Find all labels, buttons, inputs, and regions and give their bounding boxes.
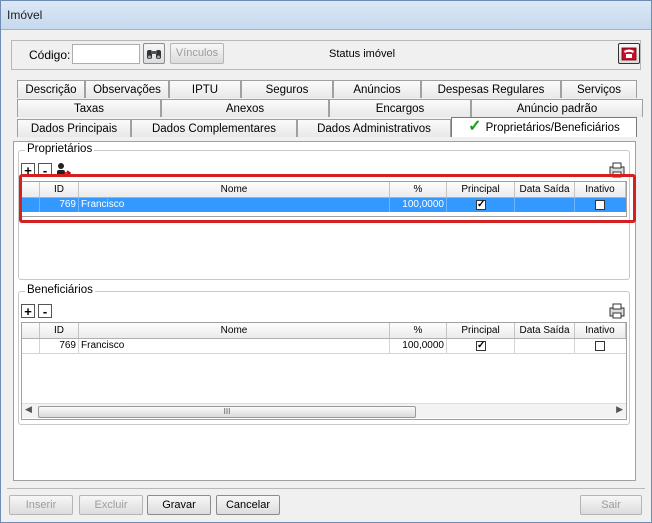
beneficiarios-grid-header: ID Nome % Principal Data Saída Inativo [22,323,626,339]
cell-principal [447,339,515,353]
status-imovel-label: Status imóvel [329,48,396,60]
beneficiarios-add-button[interactable]: + [21,304,35,318]
tab-iptu[interactable]: IPTU [169,80,241,98]
beneficiarios-remove-button[interactable]: - [38,304,52,318]
tab-dados-principais[interactable]: Dados Principais [17,119,131,137]
tab-row-2: Taxas Anexos Encargos Anúncio padrão [17,99,643,117]
table-row[interactable]: 769 Francisco 100,0000 [22,339,626,354]
printer-icon [609,303,625,319]
col-percent[interactable]: % [390,323,447,338]
tab-descricao[interactable]: Descrição [17,80,85,98]
cell-data-saida [515,339,575,353]
sair-button[interactable]: Sair [580,495,642,515]
beneficiarios-group: Beneficiários + - ID Nome % Principal Da… [18,284,630,425]
principal-checkbox[interactable] [476,339,486,353]
horizontal-scrollbar[interactable]: ◀ III ▶ [22,403,626,418]
search-button[interactable] [143,43,165,64]
telephone-icon [621,47,637,61]
row-indicator [22,339,40,353]
cell-percent: 100,0000 [390,339,447,353]
tab-proprietarios-beneficiarios[interactable]: ✓ Proprietários/Beneficiários [451,117,637,137]
scroll-left-arrow-icon[interactable]: ◀ [25,404,32,415]
gravar-button[interactable]: Gravar [147,495,211,515]
tab-proprietarios-beneficiarios-label: Proprietários/Beneficiários [485,122,620,134]
tab-row-1: Descrição Observações IPTU Seguros Anúnc… [17,80,637,98]
tab-servicos[interactable]: Serviços [561,80,637,98]
inativo-checkbox[interactable] [595,341,605,351]
beneficiarios-title: Beneficiários [25,284,95,296]
tab-anuncio-padrao[interactable]: Anúncio padrão [471,99,643,117]
beneficiarios-grid: ID Nome % Principal Data Saída Inativo 7… [21,322,627,420]
phone-button[interactable] [618,43,640,64]
col-inativo[interactable]: Inativo [575,323,626,338]
scroll-right-arrow-icon[interactable]: ▶ [616,404,623,415]
cell-nome: Francisco [79,339,390,353]
tab-anuncios[interactable]: Anúncios [333,80,421,98]
binoculars-icon [147,50,161,59]
tab-dados-administrativos[interactable]: Dados Administrativos [297,119,451,137]
check-icon: ✓ [468,118,482,135]
tab-taxas[interactable]: Taxas [17,99,161,117]
header-box: Código: Vínculos Status imóvel [11,40,641,70]
title-bar: Imóvel [1,1,651,30]
excluir-button[interactable]: Excluir [79,495,143,515]
row-indicator-header [22,323,40,338]
tab-seguros[interactable]: Seguros [241,80,333,98]
scroll-thumb[interactable]: III [38,406,416,418]
col-id[interactable]: ID [40,323,79,338]
tab-row-3: Dados Principais Dados Complementares Da… [17,117,645,137]
window-client: Código: Vínculos Status imóvel Descrição… [7,30,645,516]
cell-inativo [575,339,626,353]
tab-despesas-regulares[interactable]: Despesas Regulares [421,80,561,98]
beneficiarios-export-button[interactable] [609,303,625,319]
inserir-button[interactable]: Inserir [9,495,73,515]
vinculos-button[interactable]: Vínculos [170,43,224,64]
tab-encargos[interactable]: Encargos [329,99,471,117]
highlight-annotation [19,174,636,223]
tab-dados-complementares[interactable]: Dados Complementares [131,119,297,137]
codigo-input[interactable] [72,44,140,64]
codigo-label: Código: [29,48,71,62]
tab-anexos[interactable]: Anexos [161,99,329,117]
cell-id: 769 [40,339,79,353]
col-principal[interactable]: Principal [447,323,515,338]
cancelar-button[interactable]: Cancelar [216,495,280,515]
imovel-window: Imóvel Código: Vínculos Status imóvel De… [0,0,652,523]
window-title: Imóvel [7,8,43,22]
footer-bar: Inserir Excluir Gravar Cancelar Sair [7,488,645,517]
col-nome[interactable]: Nome [79,323,390,338]
col-data-saida[interactable]: Data Saída [515,323,575,338]
proprietarios-title: Proprietários [25,143,95,155]
tab-observacoes[interactable]: Observações [85,80,169,98]
